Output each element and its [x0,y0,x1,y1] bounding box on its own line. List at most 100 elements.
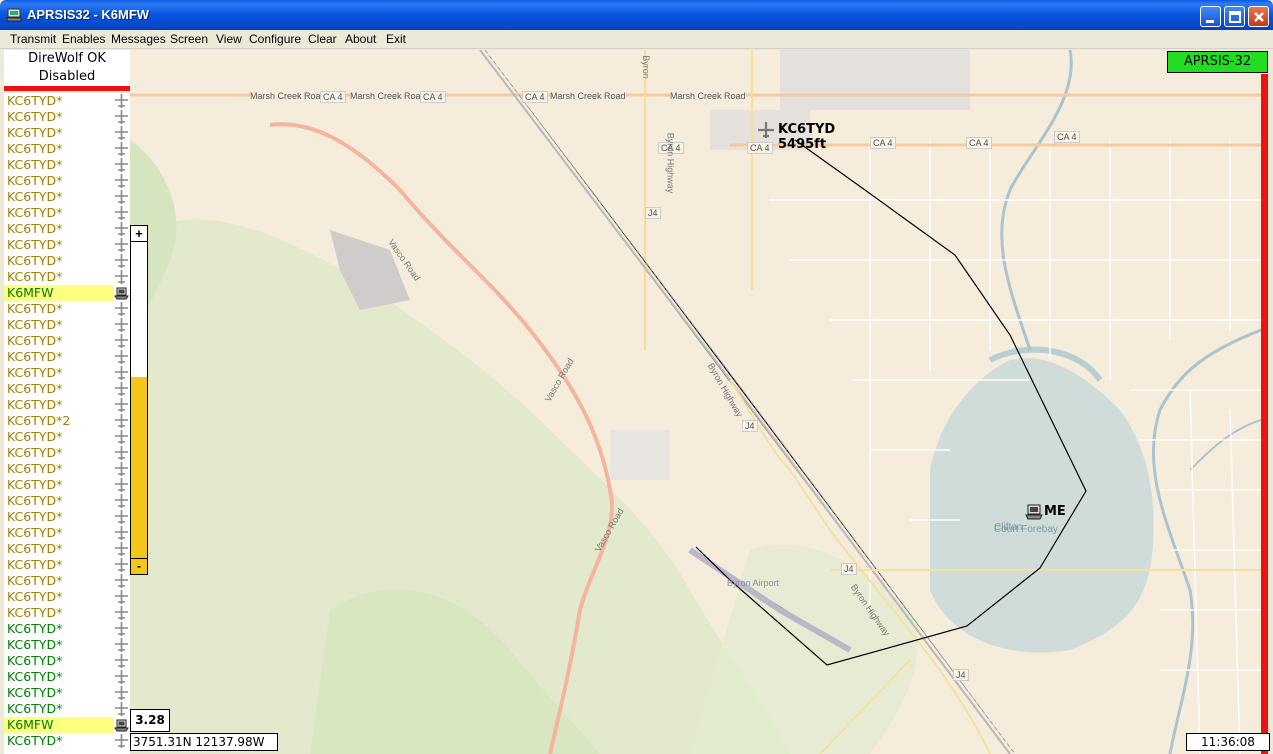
station-row[interactable]: KC6TYD* [4,605,116,621]
plane-icon [113,109,130,125]
station-row[interactable]: KC6TYD* [4,349,116,365]
zoom-in-button[interactable]: + [130,225,148,242]
menu-configure[interactable]: Configure [249,32,301,46]
menu-about[interactable]: About [345,32,376,46]
menu-view[interactable]: View [216,32,242,46]
station-row[interactable]: KC6TYD* [4,141,116,157]
status-indicator-bar [4,86,130,91]
tnc-status[interactable]: DireWolf OK Disabled [4,50,130,88]
plane-icon [113,93,130,109]
me-station-label[interactable]: ME [1044,504,1066,519]
road-label-j4: J4 [953,669,969,681]
road-label-ca4: CA 4 [522,91,548,103]
station-row[interactable]: KC6TYD* [4,637,116,653]
plane-icon [113,685,130,701]
app-badge[interactable]: APRSIS-32 [1167,51,1268,73]
station-row[interactable]: KC6TYD* [4,573,116,589]
close-button[interactable] [1248,6,1269,27]
road-label-marsh-creek-4: Marsh Creek Road [670,91,746,101]
station-row[interactable]: KC6TYD* [4,621,116,637]
station-row[interactable]: K6MFW [4,717,116,733]
status-red-bar [1261,74,1268,754]
station-row[interactable]: KC6TYD* [4,445,116,461]
station-row[interactable]: KC6TYD* [4,589,116,605]
plane-icon [113,173,130,189]
station-row[interactable]: KC6TYD* [4,557,116,573]
app-icon [6,8,22,22]
station-row[interactable]: KC6TYD*2 [4,413,116,429]
station-row[interactable]: K6MFW [4,285,116,301]
plane-icon [113,365,130,381]
station-row[interactable]: KC6TYD* [4,317,116,333]
station-row[interactable]: KC6TYD* [4,541,116,557]
station-list[interactable]: KC6TYD* KC6TYD* KC6TYD* KC6TYD* KC6TYD* KC6TY… [4,93,116,754]
station-row[interactable]: KC6TYD* [4,253,116,269]
station-row[interactable]: KC6TYD* [4,237,116,253]
station-row[interactable]: KC6TYD* [4,509,116,525]
laptop-icon[interactable] [1025,504,1043,520]
station-row[interactable]: KC6TYD* [4,701,116,717]
station-row[interactable]: KC6TYD* [4,365,116,381]
menu-clear[interactable]: Clear [308,32,337,46]
minimize-button[interactable] [1200,6,1221,27]
plane-icon [113,381,130,397]
station-row[interactable]: KC6TYD* [4,221,116,237]
station-row[interactable]: KC6TYD* [4,429,116,445]
clock: 11:36:08 [1186,733,1270,751]
menu-exit[interactable]: Exit [386,32,406,46]
plane-icon [113,621,130,637]
road-label-j4: J4 [841,563,857,575]
road-label-marsh-creek: Marsh Creek Road [250,91,326,101]
plane-icon [113,477,130,493]
station-row[interactable]: KC6TYD* [4,461,116,477]
menu-messages[interactable]: Messages [111,32,166,46]
station-row[interactable]: KC6TYD* [4,269,116,285]
station-row[interactable]: KC6TYD* [4,733,116,749]
menu-screen[interactable]: Screen [170,32,208,46]
station-row[interactable]: KC6TYD* [4,125,116,141]
plane-icon [113,253,130,269]
plane-icon [113,413,130,429]
road-label-byron-hwy-3: Byron Highway [665,132,676,194]
road-label-ca4: CA 4 [1054,131,1080,143]
menu-bar: Transmit Enables Messages Screen View Co… [0,30,1273,49]
plane-icon [113,221,130,237]
maximize-button[interactable] [1224,6,1245,27]
road-label-ca4: CA 4 [320,91,346,103]
station-row[interactable]: KC6TYD* [4,173,116,189]
map-view[interactable]: Marsh Creek Road Marsh Creek Road Marsh … [130,50,1261,754]
laptop-icon [113,285,130,301]
plane-station-label[interactable]: KC6TYD 5495ft [778,122,835,152]
station-row[interactable]: KC6TYD* [4,301,116,317]
station-row[interactable]: KC6TYD* [4,93,116,109]
station-row[interactable]: KC6TYD* [4,525,116,541]
map-label-byron-airport: Byron Airport [727,578,780,588]
station-row[interactable]: KC6TYD* [4,653,116,669]
station-row[interactable]: KC6TYD* [4,685,116,701]
plane-icon [113,701,130,717]
station-row[interactable]: KC6TYD* [4,189,116,205]
station-row[interactable]: KC6TYD* [4,477,116,493]
title-bar[interactable]: APRSIS32 - K6MFW [0,0,1273,30]
station-row[interactable]: KC6TYD* [4,157,116,173]
plane-icon [113,605,130,621]
station-row[interactable]: KC6TYD* [4,333,116,349]
station-row[interactable]: KC6TYD* [4,109,116,125]
menu-transmit[interactable]: Transmit [10,32,56,46]
menu-enables[interactable]: Enables [62,32,105,46]
station-row[interactable]: KC6TYD* [4,397,116,413]
plane-icon [113,573,130,589]
cursor-coordinates: 3751.31N 12137.98W [130,733,278,751]
plane-icon [113,189,130,205]
zoom-out-button[interactable]: - [130,558,148,575]
station-row[interactable]: KC6TYD* [4,493,116,509]
plane-icon [113,397,130,413]
plane-icon [113,653,130,669]
window-title: APRSIS32 - K6MFW [27,7,150,22]
road-label-ca4: CA 4 [870,137,896,149]
station-row[interactable]: KC6TYD* [4,669,116,685]
road-label-marsh-creek-3: Marsh Creek Road [550,91,626,101]
station-row[interactable]: KC6TYD* [4,205,116,221]
zoom-slider[interactable] [130,225,148,575]
station-row[interactable]: KC6TYD* [4,381,116,397]
